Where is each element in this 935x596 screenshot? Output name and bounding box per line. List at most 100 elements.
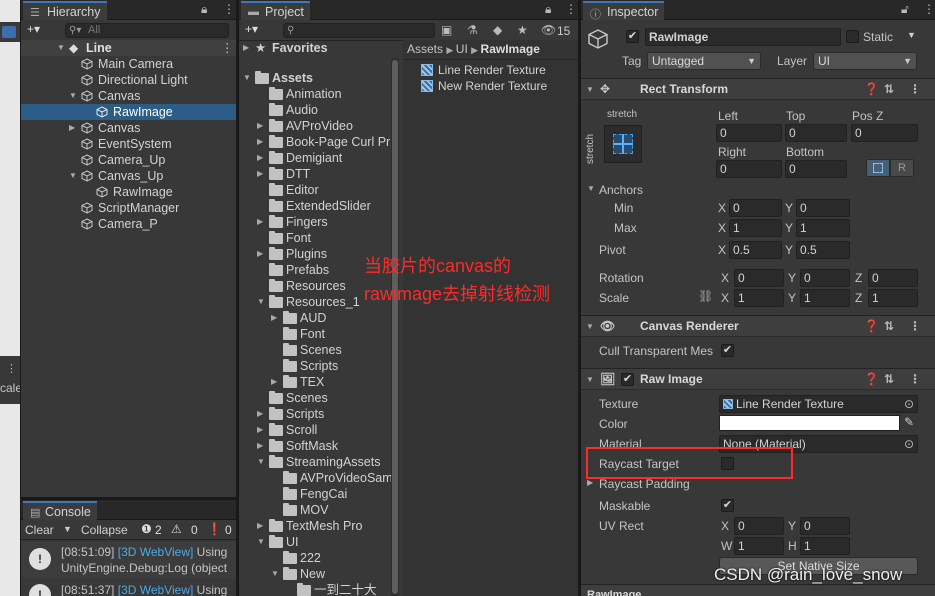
- tab-inspector[interactable]: ⓘ Inspector: [583, 1, 665, 21]
- expand-arrow-icon[interactable]: ▼: [586, 316, 594, 337]
- scale-z-input[interactable]: 1: [868, 289, 918, 307]
- scene-more-icon[interactable]: ⋮: [221, 40, 234, 56]
- folder-item[interactable]: ▶ AUD: [239, 310, 389, 326]
- console-log-row[interactable]: ! [08:51:09] [3D WebView] Using UnityEng…: [21, 542, 236, 578]
- folder-item[interactable]: ▼ StreamingAssets: [239, 454, 389, 470]
- folder-item[interactable]: ▶ Book-Page Curl Pr: [239, 134, 390, 150]
- folder-item[interactable]: 222: [239, 550, 389, 566]
- console-log-row[interactable]: ! [08:51:37] [3D WebView] Using: [21, 580, 236, 596]
- hierarchy-item[interactable]: Camera_P: [21, 216, 236, 232]
- uv-w-input[interactable]: 1: [734, 537, 784, 555]
- clear-dropdown-icon[interactable]: ▼: [63, 524, 72, 534]
- object-name-input[interactable]: RawImage: [645, 28, 841, 46]
- left-edge-dropdown[interactable]: [2, 26, 16, 38]
- more-icon[interactable]: ⋮: [909, 369, 921, 390]
- tab-console[interactable]: ▤ Console: [23, 501, 97, 520]
- hierarchy-scene-root[interactable]: ▼ ◆ Line ⋮: [21, 40, 236, 56]
- uv-h-input[interactable]: 1: [800, 537, 850, 555]
- left-input[interactable]: 0: [716, 124, 782, 142]
- collapse-arrow-icon[interactable]: ▶: [271, 310, 277, 326]
- scale-x-input[interactable]: 1: [734, 289, 784, 307]
- collapse-arrow-icon[interactable]: ▶: [271, 374, 277, 390]
- favorite-icon[interactable]: ★: [517, 23, 528, 37]
- hidden-packages-icon[interactable]: 👁︎: [541, 23, 556, 37]
- folder-item[interactable]: 一到二十大: [239, 582, 389, 596]
- hierarchy-item[interactable]: Directional Light: [21, 72, 236, 88]
- hierarchy-item[interactable]: ▼ Canvas_Up: [21, 168, 236, 184]
- folder-item[interactable]: ▶ Scroll: [239, 422, 389, 438]
- folder-item[interactable]: Font: [239, 326, 389, 342]
- collapse-arrow-icon[interactable]: ▶: [243, 40, 249, 56]
- preset-icon[interactable]: ⇅: [884, 369, 894, 390]
- top-input[interactable]: 0: [785, 124, 847, 142]
- bottom-input[interactable]: 0: [785, 160, 847, 178]
- hierarchy-item[interactable]: Main Camera: [21, 56, 236, 72]
- project-tree-scrollbar-thumb[interactable]: [392, 60, 398, 594]
- folder-item[interactable]: AVProVideoSam: [239, 470, 393, 486]
- texture-field[interactable]: Line Render Texture ⊙: [719, 395, 918, 413]
- folder-item[interactable]: Editor: [239, 182, 389, 198]
- right-input[interactable]: 0: [716, 160, 782, 178]
- folder-item[interactable]: ▶ Demigiant: [239, 150, 389, 166]
- anchor-max-y-input[interactable]: 1: [796, 219, 850, 237]
- expand-arrow-icon[interactable]: ▼: [271, 566, 279, 582]
- folder-item[interactable]: FengCai: [239, 486, 389, 502]
- assets-row[interactable]: ▼ Assets: [239, 70, 389, 86]
- color-swatch[interactable]: [719, 415, 900, 431]
- folder-item[interactable]: ▶ TEX: [239, 374, 389, 390]
- add-button[interactable]: +▾: [27, 22, 40, 36]
- tab-project[interactable]: ▬ Project: [241, 1, 310, 20]
- hierarchy-item-selected[interactable]: RawImage: [21, 104, 236, 120]
- collapse-arrow-icon[interactable]: ▶: [257, 150, 263, 166]
- file-item[interactable]: Line Render Texture: [403, 62, 578, 78]
- lock-icon[interactable]: 🔒︎: [545, 2, 551, 17]
- breadcrumb-assets[interactable]: Assets: [407, 42, 443, 56]
- folder-item[interactable]: ▼ New: [239, 566, 389, 582]
- search-by-type-icon[interactable]: ▣: [441, 23, 452, 37]
- object-picker-icon[interactable]: ⊙: [904, 396, 914, 412]
- lock-icon[interactable]: 🔓︎: [901, 2, 909, 17]
- help-icon[interactable]: ❓: [864, 79, 879, 100]
- active-checkbox[interactable]: ✔: [626, 30, 639, 43]
- uv-x-input[interactable]: 0: [734, 517, 784, 535]
- more-icon[interactable]: ⋮: [923, 2, 935, 16]
- folder-item[interactable]: ▶ Fingers: [239, 214, 389, 230]
- folder-item[interactable]: Scripts: [239, 358, 389, 374]
- folder-item[interactable]: Scenes: [239, 390, 389, 406]
- hierarchy-item[interactable]: ▶ Canvas: [21, 120, 236, 136]
- uv-y-input[interactable]: 0: [800, 517, 850, 535]
- folder-item[interactable]: ▶ DTT: [239, 166, 389, 182]
- anchor-min-x-input[interactable]: 0: [729, 199, 782, 217]
- filter-icon[interactable]: ⚗: [467, 23, 478, 37]
- raw-edit-button[interactable]: R: [890, 159, 914, 177]
- folder-item[interactable]: Audio: [239, 102, 389, 118]
- rotation-x-input[interactable]: 0: [734, 269, 784, 287]
- collapse-arrow-icon[interactable]: ▶: [257, 422, 263, 438]
- folder-item[interactable]: ▶ SoftMask: [239, 438, 389, 454]
- expand-arrow-icon[interactable]: ▼: [69, 88, 77, 104]
- collapse-arrow-icon[interactable]: ▶: [257, 118, 263, 134]
- folder-item[interactable]: Animation: [239, 86, 389, 102]
- warning-count-icon[interactable]: ❶: [141, 522, 152, 536]
- raw-image-header[interactable]: ▼ 🖼︎ ✔ Raw Image ❓ ⇅ ⋮: [581, 368, 935, 390]
- canvas-renderer-header[interactable]: ▼ 👁︎ Canvas Renderer ❓ ⇅ ⋮: [581, 315, 935, 337]
- expand-arrow-icon[interactable]: ▼: [257, 534, 265, 550]
- collapse-arrow-icon[interactable]: ▶: [587, 478, 593, 487]
- preset-icon[interactable]: ⇅: [884, 79, 894, 100]
- collapse-button[interactable]: Collapse: [81, 523, 128, 537]
- rotation-z-input[interactable]: 0: [868, 269, 918, 287]
- rotation-y-input[interactable]: 0: [800, 269, 850, 287]
- more-icon[interactable]: ⋮: [909, 79, 921, 100]
- expand-arrow-icon[interactable]: ▼: [586, 369, 594, 390]
- folder-item[interactable]: ▼ UI: [239, 534, 389, 550]
- raw-image-enabled-checkbox[interactable]: ✔: [621, 373, 634, 386]
- error-count-icon[interactable]: ⚠: [171, 522, 182, 536]
- help-icon[interactable]: ❓: [864, 369, 879, 390]
- folder-item[interactable]: ▶ AVProVideo: [239, 118, 389, 134]
- breadcrumb-rawimage[interactable]: RawImage: [481, 42, 540, 56]
- preset-icon[interactable]: ⇅: [884, 316, 894, 337]
- collapse-arrow-icon[interactable]: ▶: [257, 134, 263, 150]
- collapse-arrow-icon[interactable]: ▶: [257, 166, 263, 182]
- hierarchy-item[interactable]: RawImage: [21, 184, 236, 200]
- hierarchy-item[interactable]: Camera_Up: [21, 152, 236, 168]
